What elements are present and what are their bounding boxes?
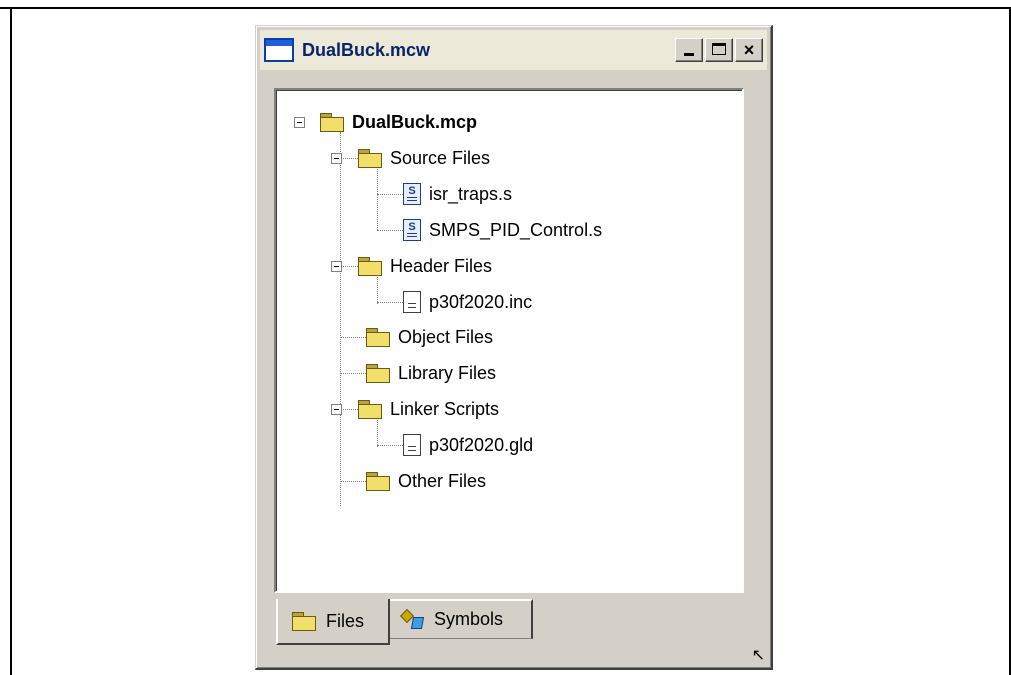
tree-item-object-files[interactable]: Object Files — [366, 323, 493, 351]
tree-connector — [340, 337, 366, 338]
tab-label: Symbols — [434, 609, 504, 629]
folder-icon — [320, 112, 344, 132]
tree-connector — [340, 132, 341, 506]
tree-item-file[interactable]: S SMPS_PID_Control.s — [403, 216, 602, 244]
tree-item-label: Source Files — [390, 147, 491, 168]
folder-icon — [358, 399, 382, 419]
tree-connector — [377, 230, 403, 231]
folder-icon — [358, 256, 382, 276]
tree-connector — [377, 194, 403, 195]
symbols-icon — [400, 609, 426, 631]
window-icon[interactable] — [264, 38, 294, 62]
tree-item-source-files[interactable]: Source Files — [358, 144, 490, 172]
tree-item-label: Library Files — [398, 362, 497, 383]
project-window: DualBuck.mcw × DualBuck.mcp Source Files… — [255, 25, 773, 670]
tab-symbols[interactable]: Symbols — [390, 599, 533, 639]
figure-frame-left — [10, 7, 12, 675]
tree-connector — [377, 445, 403, 446]
tree-connector — [340, 481, 366, 482]
tree-item-library-files[interactable]: Library Files — [366, 359, 496, 387]
tree-item-label: Other Files — [398, 470, 487, 491]
tab-files[interactable]: Files — [276, 599, 390, 645]
tree-item-file[interactable]: p30f2020.inc — [403, 288, 532, 316]
minimize-button[interactable] — [675, 38, 703, 62]
assembly-source-file-icon: S — [403, 219, 421, 241]
window-controls: × — [673, 38, 763, 62]
tree-item-label: Header Files — [390, 255, 493, 276]
tree-item-label: SMPS_PID_Control.s — [429, 219, 603, 240]
folder-icon — [292, 611, 316, 631]
project-tree[interactable]: DualBuck.mcp Source Files S isr_traps.s … — [274, 88, 744, 593]
folder-icon — [358, 148, 382, 168]
folder-icon — [366, 363, 390, 383]
tree-item-label: Object Files — [398, 326, 494, 347]
resize-grip-icon[interactable]: ↖ — [752, 648, 765, 664]
tree-item-other-files[interactable]: Other Files — [366, 467, 486, 495]
tree-connector — [377, 302, 403, 303]
close-button[interactable]: × — [735, 38, 763, 62]
tree-item-label: DualBuck.mcp — [352, 111, 478, 132]
collapse-toggle-root[interactable] — [294, 117, 305, 128]
tree-item-label: p30f2020.gld — [429, 434, 534, 455]
collapse-toggle-linker-scripts[interactable] — [331, 404, 342, 415]
tree-item-label: p30f2020.inc — [429, 291, 533, 312]
folder-icon — [366, 471, 390, 491]
document-file-icon — [403, 434, 421, 456]
title-bar[interactable]: DualBuck.mcw × — [260, 30, 767, 70]
document-file-icon — [403, 291, 421, 313]
tree-item-root[interactable]: DualBuck.mcp — [320, 108, 477, 136]
tree-item-file[interactable]: S isr_traps.s — [403, 180, 512, 208]
window-title: DualBuck.mcw — [302, 39, 431, 60]
tree-item-linker-scripts[interactable]: Linker Scripts — [358, 395, 499, 423]
tree-item-label: Linker Scripts — [390, 398, 500, 419]
folder-icon — [366, 327, 390, 347]
tree-connector — [340, 373, 366, 374]
collapse-toggle-source-files[interactable] — [331, 153, 342, 164]
tree-item-label: isr_traps.s — [429, 183, 513, 204]
tree-item-header-files[interactable]: Header Files — [358, 252, 492, 280]
tree-connector — [340, 158, 358, 159]
tree-connector — [340, 409, 358, 410]
figure-frame-top — [0, 7, 1011, 9]
tab-label: Files — [326, 610, 365, 631]
collapse-toggle-header-files[interactable] — [331, 261, 342, 272]
tree-item-file[interactable]: p30f2020.gld — [403, 431, 533, 459]
assembly-source-file-icon: S — [403, 183, 421, 205]
tree-connector — [340, 266, 358, 267]
maximize-button[interactable] — [705, 38, 733, 62]
